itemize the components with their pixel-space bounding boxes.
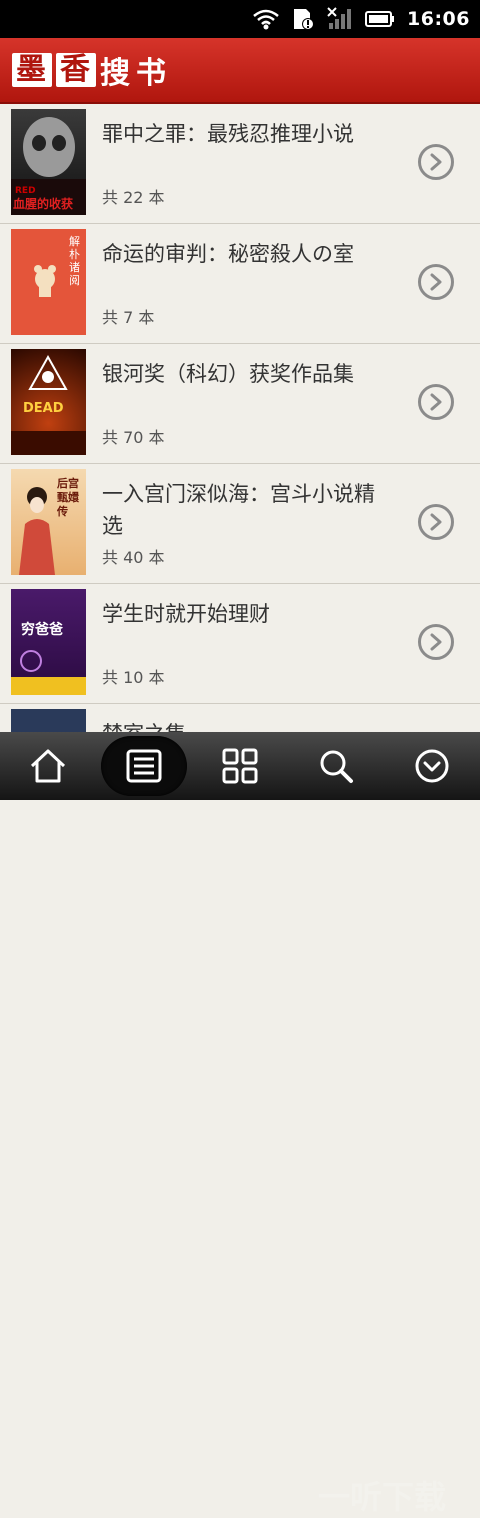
book-collection-list[interactable]: RED 血腥的收获 罪中之罪：最残忍推理小说 共 22 本 解朴诸阅 命运的审判…: [0, 104, 480, 732]
chevron-right-icon[interactable]: [418, 624, 454, 660]
book-title: 学生时就开始理财: [102, 602, 270, 626]
book-cover: RED 血腥的收获: [11, 109, 86, 215]
book-title: 命运的审判：秘密殺人の室: [102, 242, 354, 266]
grid-icon: [222, 748, 258, 784]
book-cover: 后宫甄嬛传: [11, 469, 86, 575]
status-bar: 16:06: [0, 0, 480, 38]
book-count: 共 22 本: [102, 188, 165, 207]
signal-off-icon: [327, 7, 353, 31]
book-count: 共 40 本: [102, 548, 165, 567]
book-cover: [11, 709, 86, 732]
search-button[interactable]: [293, 736, 379, 796]
list-item[interactable]: 穷爸爸 学生时就开始理财 共 10 本: [0, 584, 480, 704]
logo-char: 墨: [12, 53, 52, 87]
status-time: 16:06: [407, 8, 470, 30]
book-cover: 解朴诸阅: [11, 229, 86, 335]
list-item[interactable]: RED 血腥的收获 罪中之罪：最残忍推理小说 共 22 本: [0, 104, 480, 224]
app-header: 墨 香 搜 书: [0, 38, 480, 104]
chevron-right-icon[interactable]: [418, 144, 454, 180]
app-logo: 墨 香 搜 书: [12, 48, 168, 92]
cover-text: 血腥的收获: [13, 197, 74, 211]
cover-text: 穷爸爸: [21, 622, 63, 638]
watermark: 一听下载: [318, 1478, 447, 1516]
search-icon: [320, 750, 353, 783]
book-count: 共 7 本: [102, 308, 155, 327]
battery-icon: [365, 10, 395, 28]
list-button[interactable]: [101, 736, 187, 796]
chevron-down-icon: [415, 749, 449, 783]
list-item[interactable]: 后宫甄嬛传 一入宫门深似海：宫斗小说精选 共 40 本: [0, 464, 480, 584]
grid-button[interactable]: [197, 736, 283, 796]
home-icon: [30, 749, 66, 783]
list-item[interactable]: 禁室之集: [0, 704, 480, 732]
book-title: 罪中之罪：最残忍推理小说: [102, 122, 354, 146]
list-item[interactable]: 解朴诸阅 命运的审判：秘密殺人の室 共 7 本: [0, 224, 480, 344]
bottom-nav-bar: 一听下载: [0, 732, 480, 1516]
cover-text: 后宫甄嬛传: [57, 477, 79, 518]
logo-char: 搜: [100, 56, 132, 91]
list-item[interactable]: DEAD 银河奖（科幻）获奖作品集 共 70 本: [0, 344, 480, 464]
chevron-right-icon[interactable]: [418, 384, 454, 420]
more-button[interactable]: [389, 736, 475, 796]
wifi-icon: [253, 8, 279, 30]
logo-char: 香: [56, 53, 96, 87]
book-cover: DEAD: [11, 349, 86, 455]
cover-text: DEAD: [23, 401, 64, 416]
logo-char: 书: [136, 56, 168, 91]
chevron-right-icon[interactable]: [418, 264, 454, 300]
sd-card-alert-icon: [291, 7, 315, 31]
book-count: 共 70 本: [102, 428, 165, 447]
book-cover: 穷爸爸: [11, 589, 86, 695]
book-title: 一入宫门深似海：宫斗小说精选: [102, 482, 375, 538]
book-count: 共 10 本: [102, 668, 165, 687]
book-title: 禁室之集: [102, 718, 392, 732]
list-icon: [126, 749, 162, 783]
cover-text: 解朴诸阅: [69, 235, 80, 287]
chevron-right-icon[interactable]: [418, 504, 454, 540]
home-button[interactable]: [5, 736, 91, 796]
book-title: 银河奖（科幻）获奖作品集: [102, 362, 354, 386]
